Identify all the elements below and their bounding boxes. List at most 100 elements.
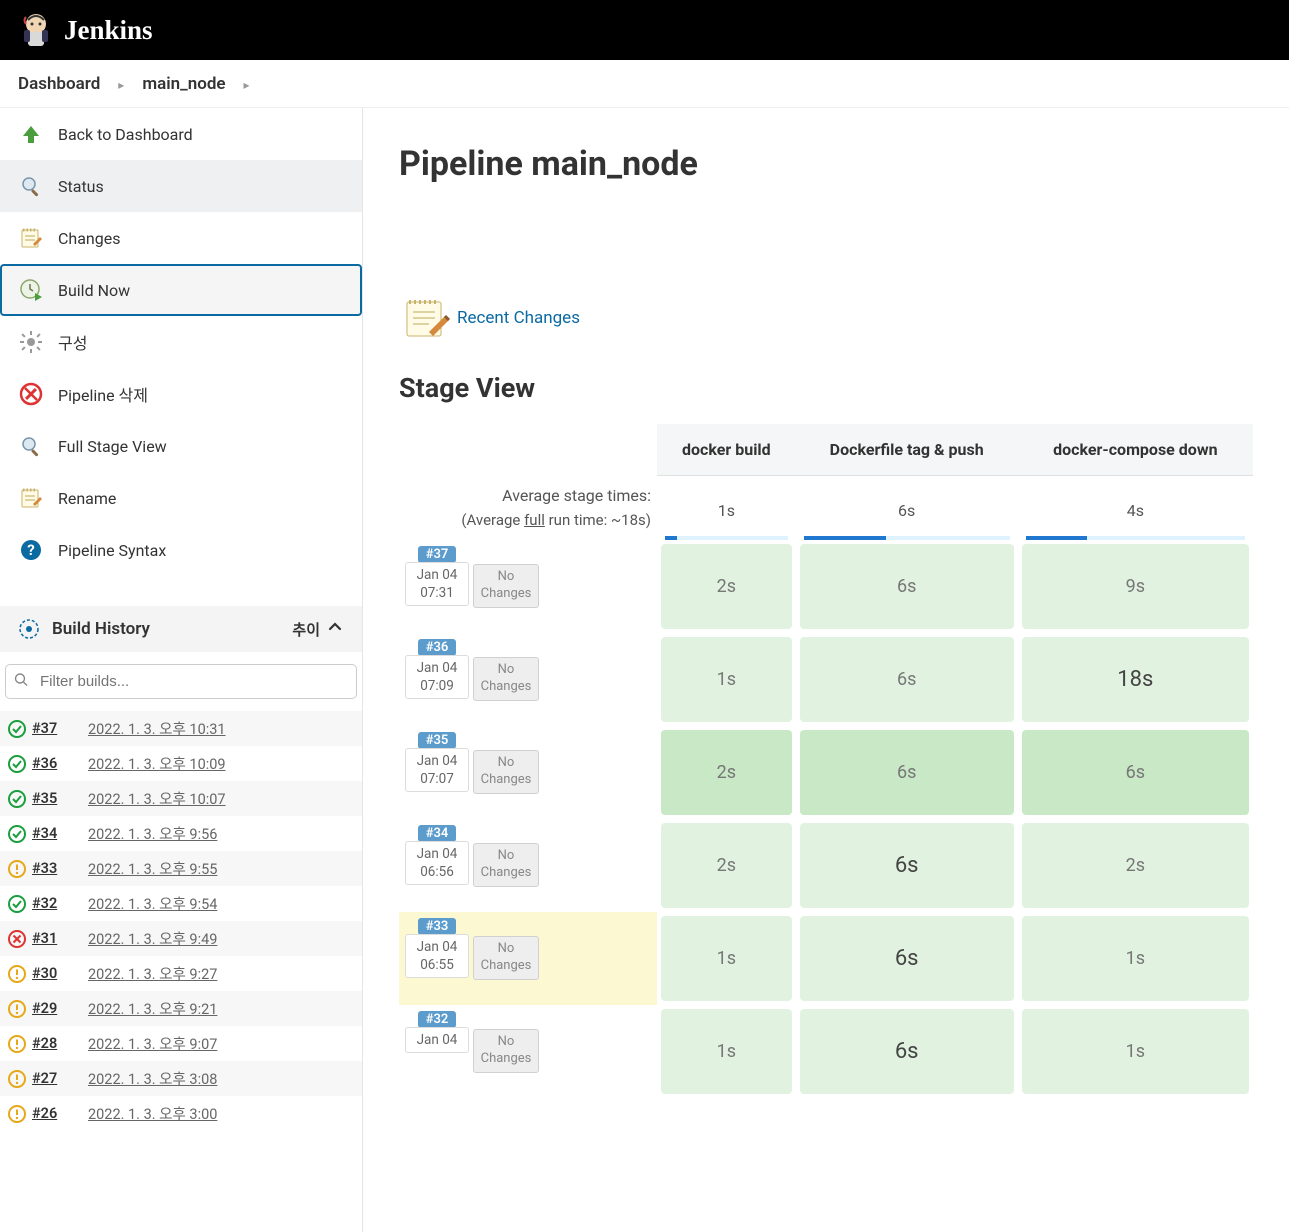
build-number-link[interactable]: #28 (32, 1035, 88, 1052)
build-history-row[interactable]: #262022. 1. 3. 오후 3:00 (0, 1096, 362, 1131)
stage-cell[interactable]: 1s (1018, 912, 1253, 1005)
build-number-link[interactable]: #36 (32, 755, 88, 772)
build-history-row[interactable]: #372022. 1. 3. 오후 10:31 (0, 711, 362, 746)
nav-item-back[interactable]: Back to Dashboard (0, 108, 362, 160)
build-history-row[interactable]: #352022. 1. 3. 오후 10:07 (0, 781, 362, 816)
stage-cell[interactable]: 1s (657, 1005, 796, 1098)
build-number-link[interactable]: #32 (32, 895, 88, 912)
stage-cell[interactable]: 1s (657, 912, 796, 1005)
no-changes-box[interactable]: NoChanges (473, 843, 539, 887)
stage-cell[interactable]: 18s (1018, 633, 1253, 726)
nav-item-delete[interactable]: Pipeline 삭제 (0, 368, 362, 420)
no-changes-box[interactable]: NoChanges (473, 657, 539, 701)
nav-item-syntax[interactable]: ?Pipeline Syntax (0, 524, 362, 576)
build-date-link[interactable]: 2022. 1. 3. 오후 10:09 (88, 753, 226, 774)
build-history-row[interactable]: #362022. 1. 3. 오후 10:09 (0, 746, 362, 781)
stage-row[interactable]: #37Jan 0407:31NoChanges2s6s9s (399, 540, 1253, 633)
stage-cell[interactable]: 6s (796, 540, 1018, 633)
build-badge[interactable]: #36 (418, 639, 457, 656)
nav-item-changes[interactable]: Changes (0, 212, 362, 264)
build-history-row[interactable]: #282022. 1. 3. 오후 9:07 (0, 1026, 362, 1061)
build-number-link[interactable]: #33 (32, 860, 88, 877)
nav-item-configure[interactable]: 구성 (0, 316, 362, 368)
stage-cell[interactable]: 6s (796, 633, 1018, 726)
recent-changes-link[interactable]: Recent Changes (457, 308, 580, 328)
nav-item-full-stage[interactable]: Full Stage View (0, 420, 362, 472)
stage-duration: 6s (800, 637, 1014, 722)
stage-cell[interactable]: 1s (657, 633, 796, 726)
stage-row[interactable]: #36Jan 0407:09NoChanges1s6s18s (399, 633, 1253, 726)
build-history-row[interactable]: #302022. 1. 3. 오후 9:27 (0, 956, 362, 991)
stage-cell[interactable]: 1s (1018, 1005, 1253, 1098)
nav-item-rename[interactable]: Rename (0, 472, 362, 524)
stage-row[interactable]: #34Jan 0406:56NoChanges2s6s2s (399, 819, 1253, 912)
chevron-up-icon[interactable] (326, 618, 344, 640)
build-status-unstable-icon (8, 1070, 26, 1088)
build-number-link[interactable]: #34 (32, 825, 88, 842)
build-badge[interactable]: #33 (418, 918, 457, 935)
build-number-link[interactable]: #29 (32, 1000, 88, 1017)
stage-cell[interactable]: 2s (1018, 819, 1253, 912)
stage-row[interactable]: #35Jan 0407:07NoChanges2s6s6s (399, 726, 1253, 819)
build-date-link[interactable]: 2022. 1. 3. 오후 3:08 (88, 1068, 217, 1089)
build-date-link[interactable]: 2022. 1. 3. 오후 10:07 (88, 788, 226, 809)
no-changes-box[interactable]: NoChanges (473, 936, 539, 980)
build-number-link[interactable]: #35 (32, 790, 88, 807)
build-date-link[interactable]: 2022. 1. 3. 오후 9:55 (88, 858, 217, 879)
build-number-link[interactable]: #26 (32, 1105, 88, 1122)
svg-text:?: ? (27, 541, 34, 559)
breadcrumb-item[interactable]: main_node (142, 74, 225, 94)
build-date-box: Jan 04 (405, 1027, 469, 1053)
build-date-link[interactable]: 2022. 1. 3. 오후 3:00 (88, 1103, 217, 1124)
build-filter-input[interactable] (5, 664, 357, 699)
stage-cell[interactable]: 6s (796, 1005, 1018, 1098)
nav-item-label: 구성 (58, 330, 87, 354)
build-history-row[interactable]: #292022. 1. 3. 오후 9:21 (0, 991, 362, 1026)
no-changes-box[interactable]: NoChanges (473, 750, 539, 794)
build-badge[interactable]: #35 (418, 732, 457, 749)
build-date-link[interactable]: 2022. 1. 3. 오후 9:27 (88, 963, 217, 984)
build-date-link[interactable]: 2022. 1. 3. 오후 9:54 (88, 893, 217, 914)
stage-row-head: #32Jan 04NoChanges (399, 1005, 657, 1098)
build-history-row[interactable]: #322022. 1. 3. 오후 9:54 (0, 886, 362, 921)
build-badge[interactable]: #32 (418, 1011, 457, 1028)
build-history-row[interactable]: #342022. 1. 3. 오후 9:56 (0, 816, 362, 851)
build-date-link[interactable]: 2022. 1. 3. 오후 9:56 (88, 823, 217, 844)
sidebar: Back to DashboardStatusChangesBuild Now 구… (0, 108, 363, 1232)
build-number-link[interactable]: #30 (32, 965, 88, 982)
recent-changes: Recent Changes (399, 294, 1253, 342)
app-header: Jenkins (0, 0, 1289, 60)
stage-cell[interactable]: 9s (1018, 540, 1253, 633)
stage-cell[interactable]: 2s (657, 540, 796, 633)
breadcrumb-item[interactable]: Dashboard (18, 74, 100, 94)
stage-cell[interactable]: 6s (796, 819, 1018, 912)
build-history-row[interactable]: #272022. 1. 3. 오후 3:08 (0, 1061, 362, 1096)
stage-cell[interactable]: 2s (657, 726, 796, 819)
jenkins-logo-icon (18, 10, 54, 50)
build-number-link[interactable]: #37 (32, 720, 88, 737)
build-badge[interactable]: #34 (418, 825, 457, 842)
build-number-link[interactable]: #31 (32, 930, 88, 947)
build-history-trend-link[interactable]: 추이 (292, 619, 320, 640)
stage-cell[interactable]: 6s (796, 912, 1018, 1005)
stage-cell[interactable]: 6s (1018, 726, 1253, 819)
stage-cell[interactable]: 2s (657, 819, 796, 912)
stage-row[interactable]: #32Jan 04NoChanges1s6s1s (399, 1005, 1253, 1098)
stage-row[interactable]: #33Jan 0406:55NoChanges1s6s1s (399, 912, 1253, 1005)
build-date-link[interactable]: 2022. 1. 3. 오후 9:49 (88, 928, 217, 949)
build-number-link[interactable]: #27 (32, 1070, 88, 1087)
no-changes-box[interactable]: NoChanges (473, 1029, 539, 1073)
build-history-row[interactable]: #312022. 1. 3. 오후 9:49 (0, 921, 362, 956)
build-date-link[interactable]: 2022. 1. 3. 오후 9:21 (88, 998, 217, 1019)
build-date-link[interactable]: 2022. 1. 3. 오후 9:07 (88, 1033, 217, 1054)
breadcrumb: Dashboard▸main_node▸ (0, 60, 1289, 108)
nav-item-status[interactable]: Status (0, 160, 362, 212)
nav-item-build-now[interactable]: Build Now (0, 264, 362, 316)
build-badge[interactable]: #37 (418, 546, 457, 563)
stage-cell[interactable]: 6s (796, 726, 1018, 819)
build-date-link[interactable]: 2022. 1. 3. 오후 10:31 (88, 718, 226, 739)
no-changes-box[interactable]: NoChanges (473, 564, 539, 608)
avg-stage-time: 4s (1018, 476, 1253, 540)
stage-duration: 2s (661, 823, 792, 908)
build-history-row[interactable]: #332022. 1. 3. 오후 9:55 (0, 851, 362, 886)
